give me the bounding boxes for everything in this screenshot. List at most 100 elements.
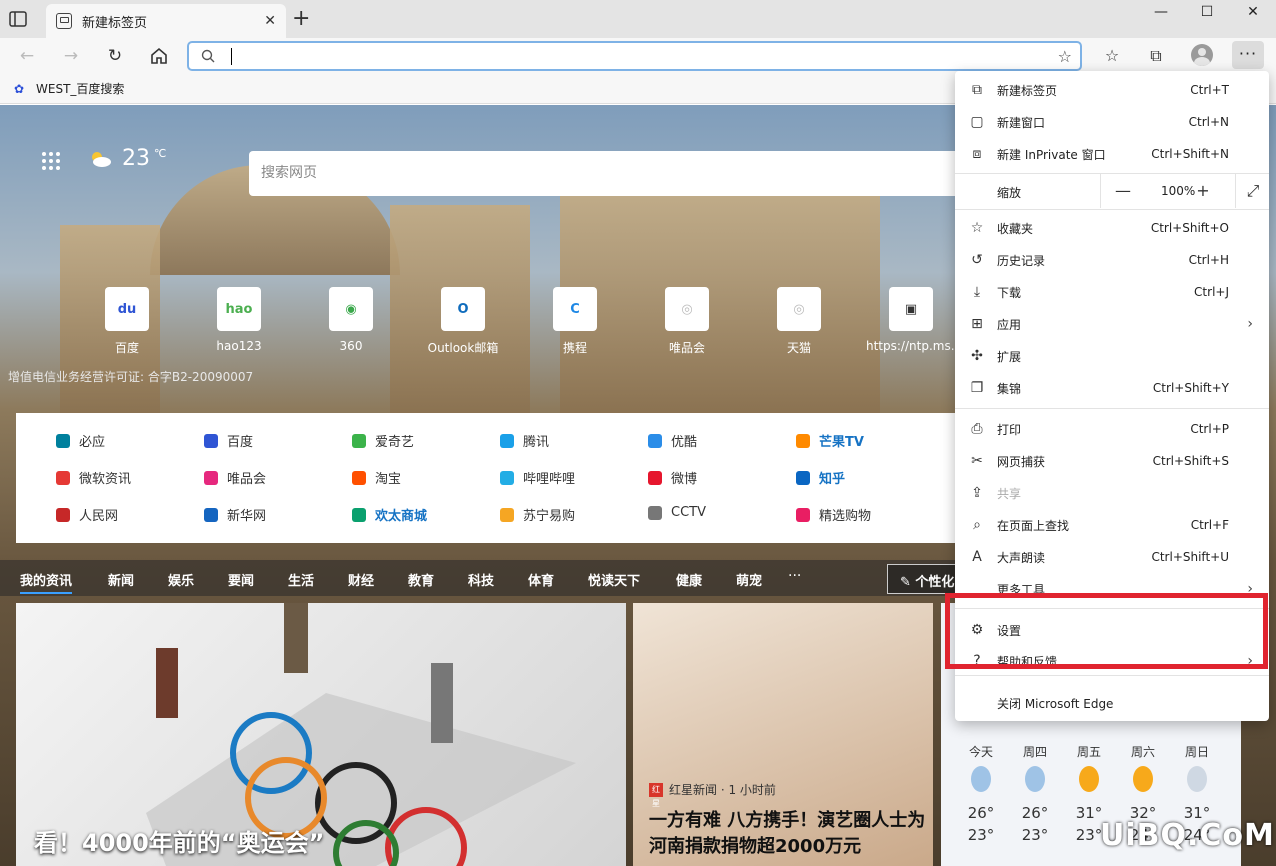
favorites-icon[interactable]: ☆ xyxy=(1100,44,1124,68)
web-search-input[interactable]: 搜索网页 xyxy=(249,151,989,196)
news-tab[interactable]: 要闻 xyxy=(228,570,254,589)
menu-item[interactable]: ✂ 网页捕获 Ctrl+Shift+S xyxy=(955,445,1269,477)
news-tab[interactable]: 健康 xyxy=(676,570,702,589)
site-link[interactable]: 优酷 xyxy=(648,431,697,450)
bookmark-baidu[interactable]: ✿ WEST_百度搜索 xyxy=(14,80,124,97)
bookmark-label: WEST_百度搜索 xyxy=(36,82,125,96)
add-favorite-icon[interactable]: ☆ xyxy=(1058,47,1072,66)
maximize-icon[interactable]: ☐ xyxy=(1184,0,1230,28)
news-tab[interactable]: 科技 xyxy=(468,570,494,589)
menu-item[interactable]: ☆ 收藏夹 Ctrl+Shift+O xyxy=(955,212,1269,244)
personalize-button[interactable]: ✎ 个性化 xyxy=(887,564,956,594)
news-tab[interactable]: 教育 xyxy=(408,570,434,589)
forecast-day: 周四 26° 23° xyxy=(1015,743,1055,844)
profile-avatar[interactable] xyxy=(1191,44,1213,66)
quick-link[interactable]: ▣ https://ntp.ms... xyxy=(866,287,962,353)
menu-item[interactable]: A 大声朗读 Ctrl+Shift+U xyxy=(955,541,1269,573)
home-icon[interactable] xyxy=(147,44,171,68)
quick-link-label: 携程 xyxy=(562,341,587,355)
site-link[interactable]: 精选购物 xyxy=(796,505,871,524)
new-tab-plus-icon[interactable]: + xyxy=(292,7,310,31)
new-tab-page-icon xyxy=(56,13,72,29)
menu-item[interactable]: ⊞ 应用 › xyxy=(955,308,1269,340)
back-icon[interactable]: ← xyxy=(15,44,39,68)
menu-item[interactable]: ⧈ 新建 InPrivate 窗口 Ctrl+Shift+N xyxy=(955,138,1269,170)
site-link[interactable]: 新华网 xyxy=(204,505,266,524)
tab-actions-icon[interactable] xyxy=(8,9,36,31)
address-bar[interactable]: ☆ xyxy=(187,41,1082,71)
site-link[interactable]: 百度 xyxy=(204,431,253,450)
site-link[interactable]: 苏宁易购 xyxy=(500,505,575,524)
news-tab[interactable]: 娱乐 xyxy=(168,570,194,589)
menu-item-shortcut: Ctrl+T xyxy=(1190,83,1229,97)
news-tab[interactable]: 萌宠 xyxy=(736,570,762,589)
menu-item-label: 打印 xyxy=(997,422,1022,437)
site-link[interactable]: 人民网 xyxy=(56,505,118,524)
site-link[interactable]: 知乎 xyxy=(796,468,845,487)
site-link-label: 芒果TV xyxy=(819,435,864,450)
zoom-out-icon[interactable]: — xyxy=(1111,179,1135,203)
news-card-secondary[interactable]: 红星 红星新闻 · 1 小时前 一方有难 八方携手！演艺圈人士为河南捐款捐物超20… xyxy=(633,603,933,866)
menu-item[interactable]: ⤓ 下载 Ctrl+J xyxy=(955,276,1269,308)
tab-new-tab[interactable]: 新建标签页 ✕ xyxy=(46,4,286,38)
site-link[interactable]: 淘宝 xyxy=(352,468,401,487)
forward-icon[interactable]: → xyxy=(59,44,83,68)
site-link[interactable]: 唯品会 xyxy=(204,468,266,487)
menu-item[interactable]: ✣ 扩展 xyxy=(955,340,1269,372)
minimize-icon[interactable]: — xyxy=(1138,0,1184,28)
site-logo-icon xyxy=(352,433,366,448)
site-link-label: 百度 xyxy=(227,435,254,450)
site-link[interactable]: 哔哩哔哩 xyxy=(500,468,575,487)
menu-item-shortcut: Ctrl+Shift+N xyxy=(1151,147,1229,161)
site-link[interactable]: 欢太商城 xyxy=(352,505,427,524)
news-tab[interactable]: 悦读天下 xyxy=(588,570,640,589)
menu-item-shortcut: Ctrl+H xyxy=(1188,253,1229,267)
quick-link-logo-icon: hao xyxy=(217,287,261,331)
menu-item: ⇪ 共享 xyxy=(955,477,1269,509)
close-edge-item[interactable]: 关闭 Microsoft Edge xyxy=(955,687,1269,719)
menu-item[interactable]: ↺ 历史记录 Ctrl+H xyxy=(955,244,1269,276)
site-link-label: 新华网 xyxy=(227,509,267,524)
site-link[interactable]: CCTV xyxy=(648,505,706,520)
news-tab[interactable]: 体育 xyxy=(528,570,554,589)
menu-item[interactable]: ⧉ 新建标签页 Ctrl+T xyxy=(955,74,1269,106)
menu-item[interactable]: ⎙ 打印 Ctrl+P xyxy=(955,413,1269,445)
menu-item[interactable]: ❐ 集锦 Ctrl+Shift+Y xyxy=(955,372,1269,404)
quick-link[interactable]: ◎ 唯品会 xyxy=(642,287,732,356)
quick-link[interactable]: O Outlook邮箱 xyxy=(418,287,508,356)
site-link[interactable]: 微博 xyxy=(648,468,697,487)
news-tab[interactable]: 财经 xyxy=(348,570,374,589)
quick-link-logo-icon: ◎ xyxy=(777,287,821,331)
quick-link[interactable]: C 携程 xyxy=(530,287,620,356)
app-launcher-icon[interactable] xyxy=(42,152,60,170)
menu-item-shortcut: Ctrl+P xyxy=(1190,422,1229,436)
news-card-main[interactable]: 看！4000年前的“奥运会” xyxy=(16,603,626,866)
news-tab[interactable]: 我的资讯 xyxy=(20,570,73,594)
site-link[interactable]: 腾讯 xyxy=(500,431,549,450)
collections-icon[interactable]: ⧉ xyxy=(1144,44,1168,68)
fullscreen-icon[interactable]: ⤢ xyxy=(1235,174,1270,208)
quick-link[interactable]: hao hao123 xyxy=(194,287,284,353)
news-tab[interactable]: 生活 xyxy=(288,570,314,589)
zoom-in-icon[interactable]: + xyxy=(1191,179,1215,203)
menu-item-label: 收藏夹 xyxy=(997,221,1034,236)
site-link[interactable]: 微软资讯 xyxy=(56,468,131,487)
weather-widget[interactable]: 23 ℃ xyxy=(88,146,166,171)
more-categories-icon[interactable]: ··· xyxy=(788,568,801,584)
quick-link[interactable]: ◎ 天猫 xyxy=(754,287,844,356)
news-tab[interactable]: 新闻 xyxy=(108,570,134,589)
site-link[interactable]: 爱奇艺 xyxy=(352,431,414,450)
refresh-icon[interactable]: ↻ xyxy=(103,44,127,68)
menu-item[interactable]: ▢ 新建窗口 Ctrl+N xyxy=(955,106,1269,138)
menu-item-shortcut: Ctrl+Shift+O xyxy=(1150,221,1229,235)
menu-item[interactable]: ⌕ 在页面上查找 Ctrl+F xyxy=(955,509,1269,541)
quick-link[interactable]: ◉ 360 xyxy=(306,287,396,353)
window-close-icon[interactable]: ✕ xyxy=(1230,0,1276,28)
quick-link[interactable]: du 百度 xyxy=(82,287,172,356)
settings-and-more-button[interactable]: ··· xyxy=(1232,41,1264,69)
license-text: 增值电信业务经营许可证: 合字B2-20090007 xyxy=(8,370,254,384)
tab-close-icon[interactable]: ✕ xyxy=(264,13,276,29)
forecast-high: 26° xyxy=(1021,804,1049,822)
site-link[interactable]: 芒果TV xyxy=(796,431,864,450)
site-link[interactable]: 必应 xyxy=(56,431,105,450)
